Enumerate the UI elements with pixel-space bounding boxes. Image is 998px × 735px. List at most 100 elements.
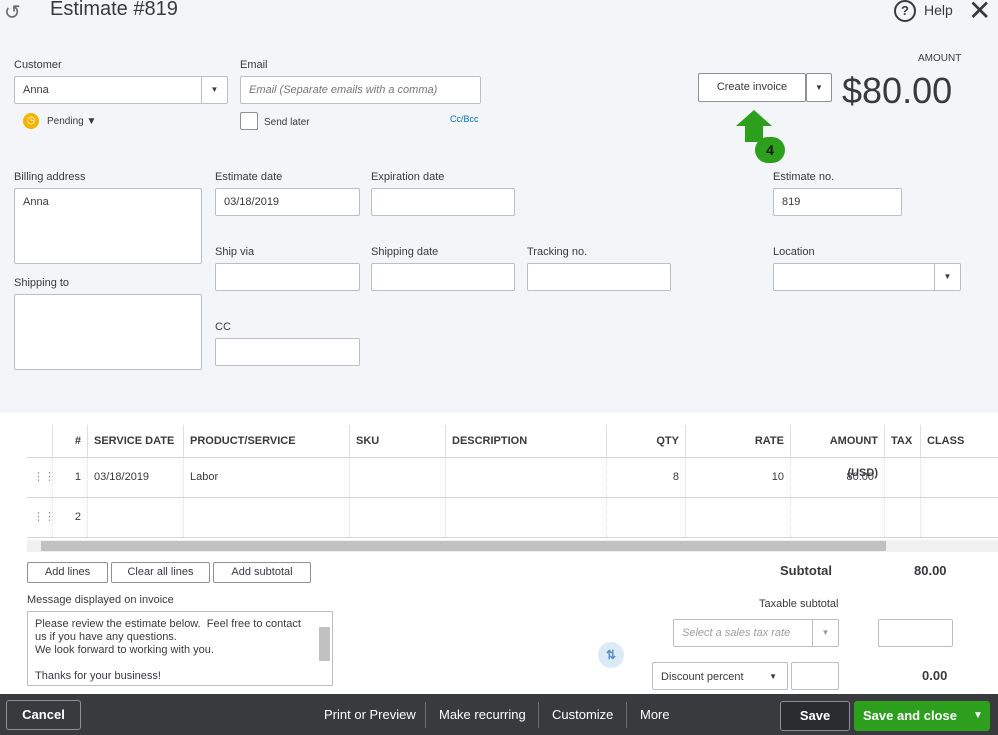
sales-tax-select[interactable]: Select a sales tax rate ▼	[673, 619, 839, 647]
cell-amount[interactable]	[790, 497, 884, 537]
cc-input[interactable]	[215, 338, 360, 366]
cell-product[interactable]: Labor	[183, 457, 349, 497]
customize-button[interactable]: Customize	[552, 694, 613, 735]
tax-placeholder: Select a sales tax rate	[682, 627, 791, 639]
divider	[538, 702, 539, 728]
col-class: CLASS	[920, 425, 998, 457]
pending-clock-icon: ◷	[23, 113, 39, 129]
drag-handle-icon[interactable]: ⋮⋮	[27, 497, 55, 537]
customer-value: Anna	[23, 84, 49, 96]
billing-address-input[interactable]: Anna	[14, 188, 202, 264]
col-qty: QTY	[606, 425, 685, 457]
send-later-checkbox[interactable]	[240, 112, 258, 130]
col-service-date: SERVICE DATE	[87, 425, 183, 457]
cell-service-date[interactable]: 03/18/2019	[87, 457, 183, 497]
shipping-to-input[interactable]	[14, 294, 202, 370]
chevron-down-icon: ▼	[812, 620, 838, 646]
cell-sku[interactable]	[349, 457, 445, 497]
swap-order-icon[interactable]: ⇅	[598, 642, 624, 668]
create-invoice-button[interactable]: Create invoice	[698, 73, 806, 102]
cell-service-date[interactable]	[87, 497, 183, 537]
discount-input[interactable]	[791, 662, 839, 690]
ship-via-input[interactable]	[215, 263, 360, 291]
help-icon[interactable]: ?	[894, 0, 916, 22]
horizontal-scrollbar[interactable]	[27, 540, 998, 552]
estimate-no-label: Estimate no.	[773, 171, 835, 183]
cell-class[interactable]	[920, 457, 998, 497]
print-preview-button[interactable]: Print or Preview	[324, 694, 416, 735]
row-number: 2	[52, 497, 87, 537]
chevron-down-icon: ▼	[201, 77, 227, 103]
tax-amount-input[interactable]	[878, 619, 953, 647]
col-tax: TAX	[884, 425, 920, 457]
add-lines-button[interactable]: Add lines	[27, 562, 108, 583]
amount-label: AMOUNT	[918, 53, 962, 64]
col-description: DESCRIPTION	[445, 425, 606, 457]
subtotal-label: Subtotal	[780, 563, 832, 578]
save-options-dropdown[interactable]: ▼	[966, 701, 990, 731]
cell-tax[interactable]	[884, 497, 920, 537]
cell-description[interactable]	[445, 457, 606, 497]
col-rate: RATE	[685, 425, 790, 457]
status-label: Pending	[47, 116, 84, 127]
discount-type-select[interactable]: Discount percent ▼	[652, 662, 788, 690]
save-and-close-button[interactable]: Save and close	[854, 701, 966, 731]
email-input[interactable]	[240, 76, 481, 104]
location-label: Location	[773, 246, 815, 258]
chevron-down-icon: ▼	[769, 672, 777, 681]
make-recurring-button[interactable]: Make recurring	[439, 694, 526, 735]
cell-rate[interactable]: 10	[685, 457, 790, 497]
customer-select[interactable]: Anna ▼	[14, 76, 228, 104]
cc-bcc-link[interactable]: Cc/Bcc	[450, 114, 479, 124]
add-subtotal-button[interactable]: Add subtotal	[213, 562, 311, 583]
divider	[626, 702, 627, 728]
cell-tax[interactable]	[884, 457, 920, 497]
col-sku: SKU	[349, 425, 445, 457]
tracking-no-input[interactable]	[527, 263, 671, 291]
expiration-date-input[interactable]	[371, 188, 515, 216]
status-dropdown[interactable]: Pending ▼	[47, 116, 96, 127]
more-button[interactable]: More	[640, 694, 670, 735]
estimate-date-label: Estimate date	[215, 171, 283, 183]
create-invoice-dropdown[interactable]: ▼	[806, 73, 832, 102]
scrollbar-thumb[interactable]	[41, 541, 886, 551]
cell-qty[interactable]	[606, 497, 685, 537]
cell-sku[interactable]	[349, 497, 445, 537]
divider	[27, 537, 998, 538]
location-select[interactable]: ▼	[773, 263, 961, 291]
close-icon[interactable]: ✕	[968, 0, 991, 27]
cell-qty[interactable]: 8	[606, 457, 685, 497]
taxable-subtotal-label: Taxable subtotal	[759, 598, 839, 610]
estimate-date-input[interactable]: 03/18/2019	[215, 188, 360, 216]
cancel-button[interactable]: Cancel	[6, 700, 81, 730]
cell-rate[interactable]	[685, 497, 790, 537]
col-number: #	[52, 425, 87, 457]
clear-all-lines-button[interactable]: Clear all lines	[111, 562, 210, 583]
cc-label: CC	[215, 321, 231, 333]
message-textarea[interactable]: Please review the estimate below. Feel f…	[27, 611, 333, 686]
divider	[425, 702, 426, 728]
send-later-label: Send later	[264, 117, 310, 128]
shipping-date-label: Shipping date	[371, 246, 439, 258]
cell-product[interactable]	[183, 497, 349, 537]
email-label: Email	[240, 59, 268, 71]
amount-value: $80.00	[842, 70, 953, 111]
discount-type-value: Discount percent	[661, 671, 744, 683]
help-link[interactable]: Help	[924, 2, 953, 18]
col-product: PRODUCT/SERVICE	[183, 425, 349, 457]
subtotal-value: 80.00	[914, 563, 947, 578]
chevron-down-icon: ▼	[934, 264, 960, 290]
drag-handle-icon[interactable]: ⋮⋮	[27, 457, 55, 497]
cell-description[interactable]	[445, 497, 606, 537]
estimate-no-input[interactable]: 819	[773, 188, 902, 216]
save-button[interactable]: Save	[780, 701, 850, 731]
expiration-date-label: Expiration date	[371, 171, 445, 183]
cell-class[interactable]	[920, 497, 998, 537]
billing-label: Billing address	[14, 171, 86, 183]
history-clock-icon[interactable]: ↺	[4, 0, 21, 25]
textarea-scrollbar[interactable]	[319, 627, 330, 661]
shipping-to-label: Shipping to	[14, 277, 70, 289]
cell-amount[interactable]: 80.00	[790, 457, 884, 497]
col-amount: AMOUNT (USD)	[790, 425, 884, 479]
shipping-date-input[interactable]	[371, 263, 515, 291]
